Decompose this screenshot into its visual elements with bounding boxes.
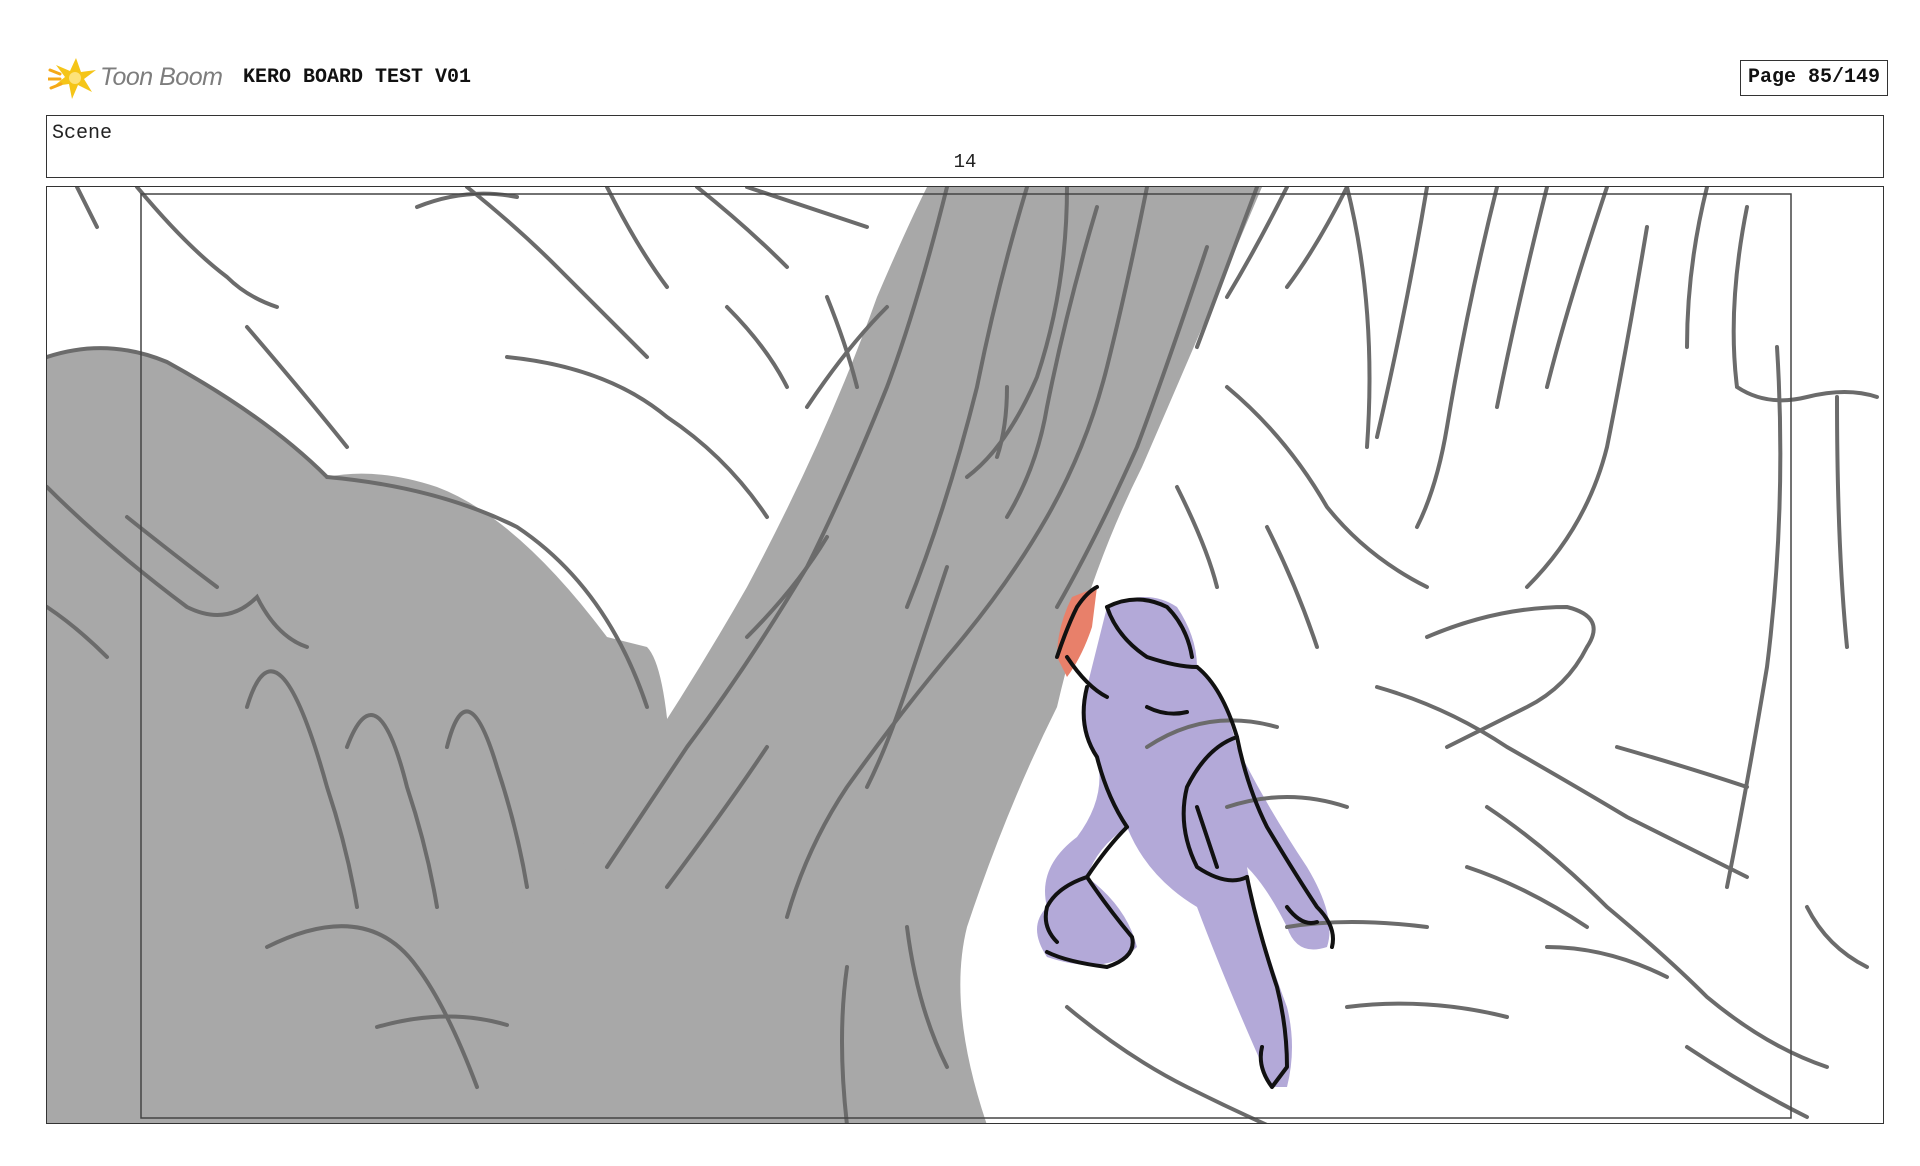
character-body <box>1037 597 1330 1087</box>
project-title: KERO BOARD TEST V01 <box>243 66 472 89</box>
toon-boom-star-icon <box>48 58 96 99</box>
page-label: Page <box>1747 66 1796 89</box>
toon-boom-logo: Toon Boom <box>48 52 228 104</box>
logo-text: Toon Boom <box>100 63 223 91</box>
page-header: Toon Boom KERO BOARD TEST V01 Page 85/149 <box>48 52 1888 108</box>
scene-label: Scene <box>52 122 113 145</box>
storyboard-panel <box>46 186 1884 1124</box>
scene-number: 14 <box>953 151 977 173</box>
panel-drawing <box>47 187 1879 1123</box>
scene-field: Scene 14 <box>46 115 1884 178</box>
page-number: 85/149 <box>1807 66 1880 89</box>
page-indicator: Page 85/149 <box>1739 60 1888 96</box>
